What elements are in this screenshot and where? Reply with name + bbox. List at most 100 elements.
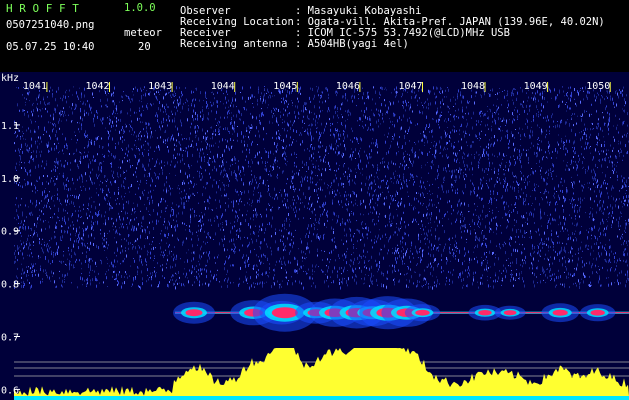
noise-speck (262, 113, 263, 116)
noise-speck (148, 173, 149, 174)
noise-speck (419, 185, 420, 187)
noise-speck (440, 145, 441, 149)
noise-speck (120, 218, 121, 221)
noise-speck (34, 130, 35, 132)
noise-speck (263, 98, 264, 102)
noise-speck (426, 124, 427, 128)
noise-speck (101, 166, 102, 170)
noise-speck (25, 104, 26, 106)
noise-speck (452, 273, 453, 276)
noise-speck (183, 272, 184, 275)
noise-speck (454, 131, 455, 133)
noise-speck (376, 171, 377, 174)
noise-speck (20, 250, 21, 252)
noise-speck (457, 188, 458, 191)
noise-speck (34, 269, 35, 273)
noise-speck (464, 134, 465, 138)
noise-speck (160, 127, 161, 131)
noise-speck (113, 170, 114, 174)
noise-speck (436, 142, 437, 146)
noise-speck (374, 209, 375, 211)
noise-speck (386, 111, 387, 113)
noise-speck (72, 104, 73, 106)
noise-speck (371, 109, 372, 111)
noise-speck (290, 127, 291, 130)
noise-speck (378, 178, 379, 180)
noise-speck (300, 238, 301, 240)
noise-speck (251, 284, 252, 288)
noise-speck (382, 180, 383, 181)
noise-speck (425, 278, 426, 281)
noise-speck (250, 217, 251, 220)
noise-speck (390, 195, 391, 197)
noise-speck (353, 235, 354, 238)
noise-speck (148, 149, 149, 151)
noise-speck (341, 267, 342, 269)
noise-speck (421, 234, 422, 235)
noise-speck (155, 247, 156, 249)
noise-speck (293, 208, 294, 210)
noise-speck (308, 235, 309, 238)
noise-speck (237, 190, 238, 193)
noise-speck (359, 230, 360, 234)
noise-speck (431, 233, 432, 236)
noise-speck (165, 234, 166, 238)
noise-speck (464, 153, 465, 156)
noise-speck (320, 156, 321, 158)
noise-speck (411, 275, 412, 279)
noise-speck (403, 173, 404, 176)
noise-speck (197, 170, 198, 172)
noise-speck (319, 136, 320, 140)
noise-speck (253, 209, 254, 211)
noise-speck (31, 227, 32, 231)
noise-speck (115, 146, 116, 150)
noise-speck (378, 268, 379, 271)
noise-speck (192, 153, 193, 157)
noise-speck (392, 121, 393, 123)
noise-speck (233, 104, 234, 108)
noise-speck (439, 220, 440, 224)
noise-speck (461, 202, 462, 205)
noise-speck (25, 101, 26, 103)
noise-speck (47, 275, 48, 279)
noise-speck (236, 200, 237, 203)
noise-speck (166, 242, 167, 244)
noise-speck (118, 119, 119, 122)
noise-speck (36, 179, 37, 182)
noise-speck (158, 107, 159, 111)
noise-speck (30, 199, 31, 203)
noise-speck (122, 136, 123, 138)
noise-speck (82, 277, 83, 281)
noise-speck (22, 135, 23, 138)
noise-speck (58, 164, 59, 166)
noise-speck (434, 258, 435, 262)
noise-speck (130, 219, 131, 222)
noise-speck (429, 123, 430, 126)
noise-speck (443, 181, 444, 183)
noise-speck (156, 222, 157, 225)
noise-speck (385, 104, 386, 107)
noise-speck (58, 209, 59, 212)
noise-speck (122, 223, 123, 226)
noise-speck (374, 176, 375, 178)
noise-speck (281, 101, 282, 103)
noise-speck (459, 150, 460, 152)
noise-speck (356, 248, 357, 249)
noise-speck (405, 99, 406, 103)
noise-speck (216, 181, 217, 185)
noise-speck (147, 275, 148, 277)
noise-speck (14, 260, 15, 264)
noise-speck (96, 265, 97, 267)
noise-speck (31, 110, 32, 113)
noise-speck (233, 206, 234, 208)
noise-speck (255, 225, 256, 227)
noise-speck (148, 197, 149, 199)
noise-speck (461, 230, 462, 233)
noise-speck (240, 222, 241, 226)
noise-speck (311, 123, 312, 127)
noise-speck (453, 145, 454, 149)
noise-speck (69, 203, 70, 205)
noise-speck (313, 234, 314, 236)
noise-speck (161, 166, 162, 169)
noise-speck (54, 213, 55, 215)
